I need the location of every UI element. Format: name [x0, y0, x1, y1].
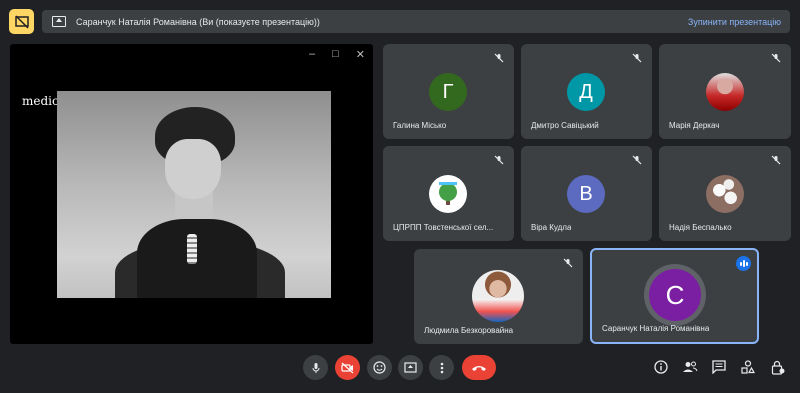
avatar: С — [649, 269, 701, 321]
people-button[interactable] — [681, 358, 699, 376]
presenting-banner: Саранчук Наталія Романівна (Ви (показуєт… — [42, 10, 790, 33]
host-controls-button[interactable] — [769, 358, 787, 376]
close-icon[interactable]: ✕ — [356, 48, 365, 61]
end-call-button[interactable] — [462, 355, 496, 380]
present-button[interactable] — [398, 355, 423, 380]
stop-presenting-button[interactable]: Зупинити презентацію — [688, 17, 781, 27]
chat-icon — [712, 360, 726, 374]
info-icon — [654, 360, 668, 374]
mic-button[interactable] — [303, 355, 328, 380]
emoji-icon — [373, 361, 386, 374]
activities-icon — [741, 360, 755, 374]
presentation-stage: – □ ✕ medici.tv — [10, 44, 373, 344]
present-screen-icon — [52, 16, 66, 27]
participant-tile[interactable]: Д Дмитро Савіцький — [521, 44, 652, 139]
participant-tile[interactable]: Марія Деркач — [659, 44, 791, 139]
participant-tile[interactable]: Людмила Безкоровайна — [414, 249, 583, 344]
participant-name: Надія Беспалько — [669, 223, 732, 232]
end-call-icon — [472, 365, 486, 371]
avatar: В — [567, 175, 605, 213]
camera-button[interactable] — [335, 355, 360, 380]
avatar: Г — [429, 73, 467, 111]
mic-off-icon — [492, 51, 506, 65]
presenting-title: Саранчук Наталія Романівна (Ви (показуєт… — [76, 16, 320, 27]
mic-off-icon — [492, 153, 506, 167]
shared-video — [57, 91, 331, 298]
host-controls-icon — [771, 360, 785, 375]
participant-name: Людмила Безкоровайна — [424, 326, 514, 335]
participant-name: Саранчук Наталія Романівна — [602, 324, 710, 333]
participant-name: ЦПРПП Товстенської сел... — [393, 223, 494, 232]
speaking-indicator-icon — [736, 256, 751, 271]
meeting-details-button[interactable] — [652, 358, 670, 376]
more-icon — [440, 362, 443, 373]
participant-tile[interactable]: Надія Беспалько — [659, 146, 791, 241]
presentation-status-icon[interactable] — [9, 9, 34, 34]
more-options-button[interactable] — [429, 355, 454, 380]
participant-tile[interactable]: В Віра Кудла — [521, 146, 652, 241]
participant-name: Віра Кудла — [531, 223, 572, 232]
camera-off-icon — [341, 362, 354, 373]
mic-off-icon — [630, 153, 644, 167]
avatar — [472, 270, 524, 322]
activities-button[interactable] — [739, 358, 757, 376]
people-icon — [683, 361, 698, 372]
mic-off-icon — [769, 153, 783, 167]
window-controls: – □ ✕ — [309, 48, 365, 61]
participant-name: Марія Деркач — [669, 121, 720, 130]
participant-tile[interactable]: ЦПРПП Товстенської сел... — [383, 146, 514, 241]
avatar: Д — [567, 73, 605, 111]
participant-name: Галина Місько — [393, 121, 447, 130]
mic-off-icon — [561, 256, 575, 270]
participant-tile[interactable]: Г Галина Місько — [383, 44, 514, 139]
avatar — [429, 175, 467, 213]
reactions-button[interactable] — [367, 355, 392, 380]
minimize-icon[interactable]: – — [309, 48, 315, 61]
mic-off-icon — [769, 51, 783, 65]
participant-name: Дмитро Савіцький — [531, 121, 599, 130]
call-controls — [0, 352, 800, 386]
mic-icon — [312, 362, 319, 373]
chat-button[interactable] — [710, 358, 728, 376]
mic-off-icon — [630, 51, 644, 65]
avatar — [706, 175, 744, 213]
present-icon — [404, 361, 417, 373]
participant-tile-self[interactable]: С Саранчук Наталія Романівна — [590, 248, 759, 344]
maximize-icon[interactable]: □ — [332, 48, 339, 61]
top-bar: Саранчук Наталія Романівна (Ви (показуєт… — [0, 0, 800, 42]
avatar — [706, 73, 744, 111]
